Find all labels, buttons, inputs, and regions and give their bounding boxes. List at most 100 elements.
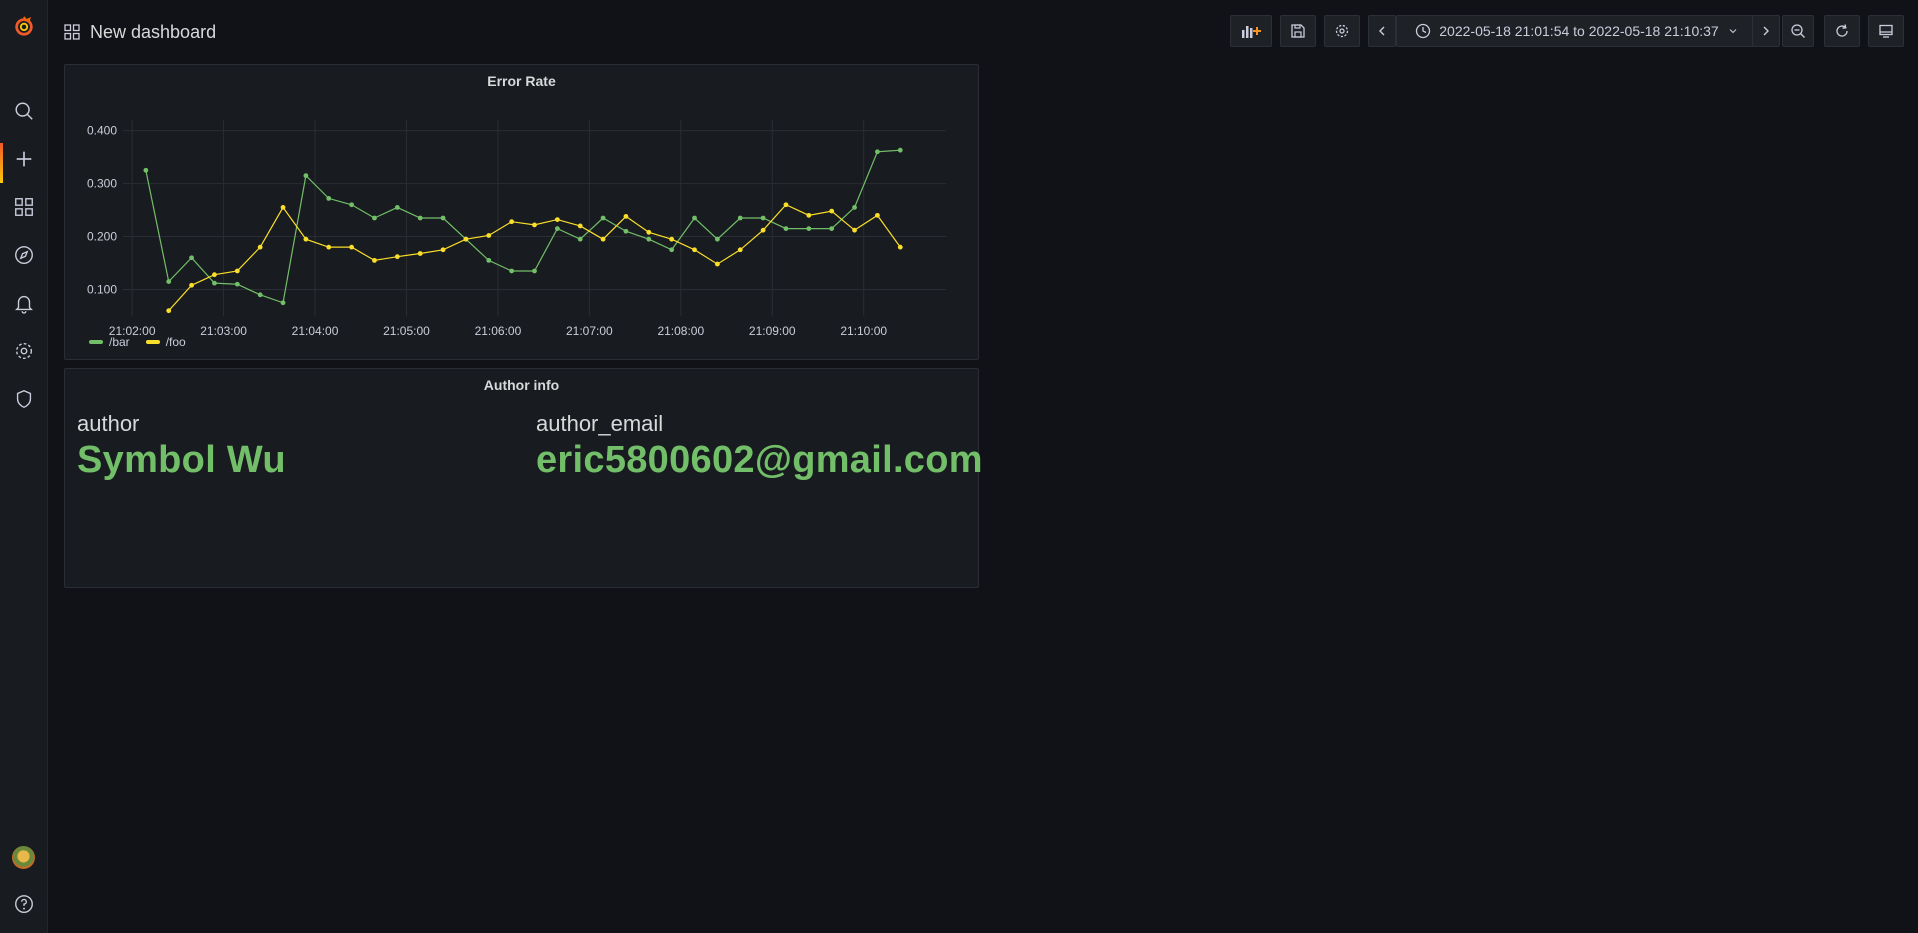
sidebar-item-create[interactable] <box>0 139 47 183</box>
grafana-logo-icon <box>14 16 33 36</box>
data-point <box>509 268 515 274</box>
data-point <box>554 226 560 231</box>
time-range-picker[interactable]: 2022-05-18 21:01:54 to 2022-05-18 21:10:… <box>1396 15 1758 47</box>
data-point <box>326 196 332 201</box>
data-point <box>852 205 857 210</box>
data-point <box>829 208 835 214</box>
data-point <box>166 308 172 314</box>
data-point <box>692 215 697 221</box>
dashboard-settings-button[interactable] <box>1324 15 1360 47</box>
data-point <box>554 217 560 222</box>
data-point <box>257 244 263 250</box>
dashboard-grid-icon <box>64 24 80 40</box>
sidebar-item-server-admin[interactable] <box>0 379 47 419</box>
grafana-logo[interactable] <box>0 6 47 46</box>
data-point <box>600 215 606 221</box>
refresh-button[interactable] <box>1824 15 1860 47</box>
add-panel-button[interactable] <box>1230 15 1272 47</box>
series-line-foo <box>168 204 901 312</box>
page-title[interactable]: New dashboard <box>64 20 216 44</box>
data-point <box>875 149 880 155</box>
legend-item-bar[interactable]: /bar <box>89 335 130 349</box>
legend-label: /bar <box>109 335 130 349</box>
data-point <box>737 247 743 253</box>
data-point <box>669 236 675 242</box>
data-point <box>417 215 423 221</box>
data-point <box>394 205 400 210</box>
sidebar-item-help[interactable] <box>0 884 47 924</box>
data-point <box>372 257 377 263</box>
panel-title[interactable]: Author info <box>65 377 978 393</box>
chevron-left-icon <box>1379 26 1385 36</box>
refresh-icon <box>1836 24 1848 37</box>
data-point <box>212 280 217 286</box>
dashboard-title: New dashboard <box>90 21 217 42</box>
data-point <box>806 226 812 231</box>
data-point <box>234 268 240 274</box>
author-email-stat: author_email eric5800602@gmail.com <box>536 411 983 482</box>
avatar[interactable] <box>12 846 35 869</box>
data-point <box>714 236 720 242</box>
time-shift-back-button[interactable] <box>1368 15 1396 47</box>
data-point <box>532 222 537 228</box>
data-point <box>897 244 903 250</box>
data-point <box>257 292 263 298</box>
data-point <box>783 226 789 231</box>
series-line-bar <box>145 149 901 304</box>
sidebar-item-alerting[interactable] <box>0 283 47 323</box>
chart-legend: /bar /foo <box>89 335 186 349</box>
data-point <box>166 279 172 284</box>
cycle-view-mode-button[interactable] <box>1868 15 1904 47</box>
y-tick-label: 0.100 <box>87 283 117 297</box>
author-stat: author Symbol Wu <box>77 411 286 482</box>
data-point <box>440 247 446 253</box>
zoom-out-button[interactable] <box>1782 15 1814 47</box>
data-point <box>806 212 812 218</box>
monitor-icon <box>1879 24 1893 38</box>
data-point <box>349 244 355 250</box>
sidebar-item-dashboards[interactable] <box>0 187 47 227</box>
data-point <box>760 215 766 221</box>
x-tick-label: 21:08:00 <box>657 324 704 338</box>
time-shift-forward-button[interactable] <box>1752 15 1780 47</box>
data-point <box>280 300 286 306</box>
data-point <box>600 236 606 242</box>
stat-label: author_email <box>536 411 664 436</box>
data-point <box>440 215 446 221</box>
data-point <box>760 227 766 233</box>
data-point <box>897 147 903 153</box>
data-point <box>463 236 469 242</box>
sidebar-item-configuration[interactable] <box>0 331 47 371</box>
save-dashboard-button[interactable] <box>1280 15 1316 47</box>
legend-item-foo[interactable]: /foo <box>145 335 186 349</box>
error-rate-chart[interactable]: 0.4000.3000.2000.10021:02:00 21:03:00 21:0… <box>65 65 978 359</box>
x-tick-label: 21:05:00 <box>383 324 430 338</box>
author-info-panel[interactable]: Author info author Symbol Wu author_emai… <box>64 368 983 588</box>
data-point <box>303 173 309 179</box>
x-tick-label: 21:10:00 <box>840 324 887 338</box>
legend-label: /foo <box>165 335 186 349</box>
stat-value: Symbol Wu <box>77 439 286 481</box>
data-point <box>875 212 880 218</box>
dashboards-icon <box>14 198 33 216</box>
data-point <box>577 223 583 229</box>
data-point <box>623 228 629 234</box>
legend-swatch <box>145 340 160 344</box>
data-point <box>623 214 629 219</box>
y-tick-label: 0.300 <box>87 177 117 191</box>
error-rate-panel[interactable]: Error Rate 0.400 0.300 0.200 0.100 21:02:00 2… <box>64 64 979 360</box>
sidebar-item-search[interactable] <box>0 91 47 131</box>
sidebar-item-explore[interactable] <box>0 235 47 275</box>
data-point <box>692 247 697 253</box>
add-panel-icon <box>1242 26 1261 38</box>
data-point <box>486 233 492 238</box>
search-icon <box>14 102 33 120</box>
sidebar <box>0 0 48 933</box>
gear-icon <box>15 342 32 360</box>
data-point <box>852 227 857 233</box>
data-point <box>486 257 492 263</box>
zoom-out-icon <box>1791 24 1805 38</box>
clock-icon <box>1416 23 1431 39</box>
data-point <box>669 247 675 253</box>
data-point <box>737 215 743 221</box>
